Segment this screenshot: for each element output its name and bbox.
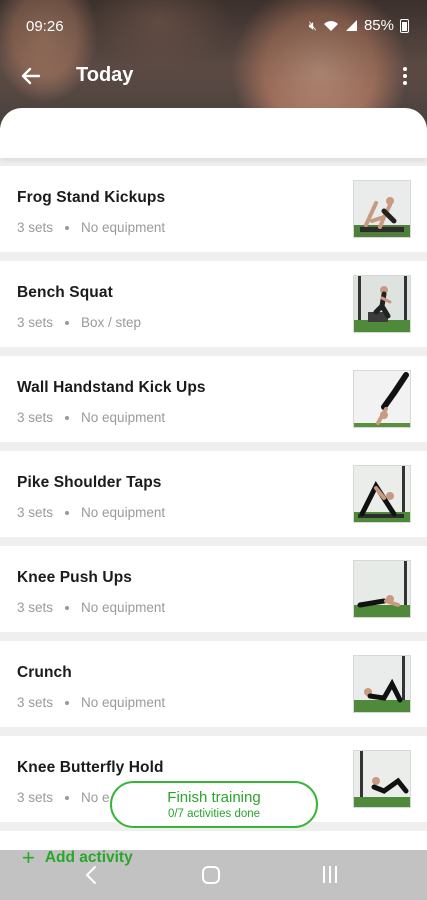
exercise-meta: 3 sets Box / step bbox=[17, 315, 141, 330]
exercise-sets: 3 sets bbox=[17, 410, 54, 425]
finish-training-label: Finish training bbox=[167, 789, 261, 806]
nav-back-icon[interactable] bbox=[84, 864, 98, 886]
add-activity-button[interactable]: + Add activity bbox=[22, 845, 133, 870]
exercise-sets: 3 sets bbox=[17, 315, 54, 330]
signal-icon bbox=[345, 20, 357, 31]
exercise-name: Frog Stand Kickups bbox=[17, 189, 166, 206]
exercise-equipment: No equipment bbox=[81, 220, 166, 235]
page-title: Today bbox=[76, 64, 134, 86]
exercise-card[interactable]: Pike Shoulder Taps 3 sets No equipment bbox=[0, 451, 427, 537]
sheet-header bbox=[0, 108, 427, 158]
exercise-thumbnail[interactable] bbox=[353, 180, 411, 238]
top-app-bar: Today bbox=[0, 52, 427, 100]
exercise-sets: 3 sets bbox=[17, 600, 54, 615]
exercise-name: Knee Push Ups bbox=[17, 569, 132, 586]
exercise-sets: 3 sets bbox=[17, 695, 54, 710]
exercise-equipment: Box / step bbox=[81, 315, 142, 330]
more-options-button[interactable] bbox=[395, 62, 415, 90]
exercise-name: Crunch bbox=[17, 664, 72, 681]
finish-training-button[interactable]: Finish training 0/7 activities done bbox=[110, 781, 318, 828]
exercise-sets: 3 sets bbox=[17, 220, 54, 235]
exercise-equipment: No equipment bbox=[81, 505, 166, 520]
exercise-equipment: No equipment bbox=[81, 600, 166, 615]
exercise-name: Pike Shoulder Taps bbox=[17, 474, 162, 491]
add-activity-label: Add activity bbox=[44, 849, 133, 866]
exercise-thumbnail[interactable] bbox=[353, 370, 411, 428]
status-bar: 09:26 🔇︎ 85% bbox=[0, 0, 427, 52]
exercise-name: Wall Handstand Kick Ups bbox=[17, 379, 206, 396]
exercise-meta: 3 sets No e bbox=[17, 790, 110, 805]
exercise-thumbnail[interactable] bbox=[353, 275, 411, 333]
back-button[interactable] bbox=[16, 62, 46, 90]
mute-icon: 🔇︎ bbox=[308, 17, 317, 33]
battery-percent: 85% bbox=[363, 17, 394, 34]
exercise-sets: 3 sets bbox=[17, 505, 54, 520]
activities-progress: 0/7 activities done bbox=[167, 808, 261, 820]
exercise-meta: 3 sets No equipment bbox=[17, 600, 165, 615]
exercise-equipment: No e bbox=[81, 790, 110, 805]
arrow-left-icon bbox=[21, 67, 41, 85]
exercise-equipment: No equipment bbox=[81, 410, 166, 425]
exercise-name: Knee Butterfly Hold bbox=[17, 759, 164, 776]
plus-icon: + bbox=[22, 845, 35, 870]
exercise-card[interactable]: Bench Squat 3 sets Box / step bbox=[0, 261, 427, 347]
exercise-meta: 3 sets No equipment bbox=[17, 695, 165, 710]
exercise-thumbnail[interactable] bbox=[353, 655, 411, 713]
wifi-icon bbox=[323, 21, 338, 31]
status-time: 09:26 bbox=[26, 18, 64, 35]
exercise-thumbnail[interactable] bbox=[353, 560, 411, 618]
more-vertical-icon bbox=[403, 67, 407, 71]
exercise-name: Bench Squat bbox=[17, 284, 113, 301]
exercise-thumbnail[interactable] bbox=[353, 750, 411, 808]
exercise-card[interactable]: Crunch 3 sets No equipment bbox=[0, 641, 427, 727]
exercise-equipment: No equipment bbox=[81, 695, 166, 710]
status-icons: 🔇︎ 85% bbox=[309, 17, 409, 34]
exercise-meta: 3 sets No equipment bbox=[17, 410, 165, 425]
nav-recents-icon[interactable] bbox=[323, 866, 337, 883]
exercise-card[interactable]: Wall Handstand Kick Ups 3 sets No equipme… bbox=[0, 356, 427, 442]
exercise-card[interactable]: Knee Push Ups 3 sets No equipment bbox=[0, 546, 427, 632]
exercise-meta: 3 sets No equipment bbox=[17, 505, 165, 520]
exercise-sets: 3 sets bbox=[17, 790, 54, 805]
exercise-thumbnail[interactable] bbox=[353, 465, 411, 523]
exercise-card[interactable]: Frog Stand Kickups 3 sets No equipment bbox=[0, 166, 427, 252]
exercise-meta: 3 sets No equipment bbox=[17, 220, 165, 235]
nav-home-icon[interactable] bbox=[202, 866, 220, 884]
battery-icon bbox=[400, 18, 409, 33]
